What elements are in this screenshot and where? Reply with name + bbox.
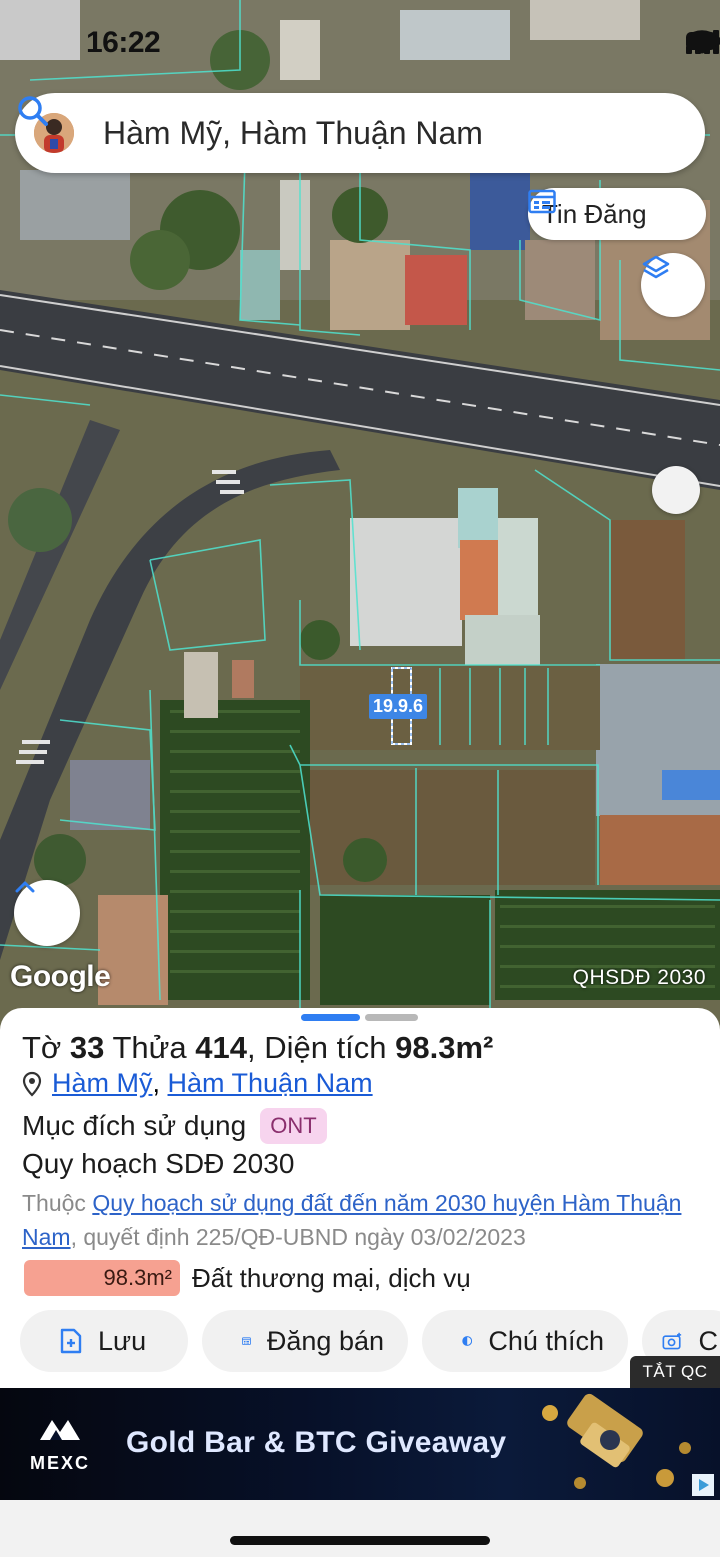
plan-decision: , quyết định 225/QĐ-UBND ngày 03/02/2023 — [70, 1224, 526, 1250]
calendar-icon — [528, 189, 556, 214]
plan-description: Thuộc Quy hoạch sử dụng đất đến năm 2030… — [22, 1186, 702, 1254]
sheet-page-indicator-active[interactable] — [301, 1014, 360, 1021]
plan-prefix: Thuộc — [22, 1190, 86, 1216]
sheet-number: 33 — [69, 1030, 105, 1065]
map-side-toggle[interactable] — [652, 466, 700, 514]
action-bar: Lưu Đăng bán Chú thích C — [20, 1310, 720, 1372]
sheet-page-indicator[interactable] — [365, 1014, 418, 1021]
google-logo: Google — [10, 960, 111, 993]
purpose-label: Mục đích sử dụng — [22, 1110, 247, 1141]
ad-banner[interactable]: MEXC Gold Bar & BTC Giveaway — [0, 1388, 720, 1500]
calendar-icon — [242, 1337, 251, 1345]
camera-icon — [662, 1332, 682, 1350]
battery-icon — [686, 32, 720, 50]
district-link[interactable]: Hàm Thuận Nam — [168, 1068, 373, 1098]
save-label: Lưu — [98, 1325, 147, 1356]
plot-number: 414 — [195, 1030, 247, 1065]
ad-brand: MEXC — [24, 1416, 96, 1474]
parcel-info-sheet: Tờ 33 Thửa 414, Diện tích 98.3m² Hàm Mỹ,… — [0, 1008, 720, 1388]
search-bar[interactable]: Hàm Mỹ, Hàm Thuận Nam — [15, 93, 705, 173]
search-input[interactable]: Hàm Mỹ, Hàm Thuận Nam — [103, 115, 483, 152]
ad-choices-icon[interactable] — [692, 1474, 714, 1496]
location-row: Hàm Mỹ, Hàm Thuận Nam — [22, 1068, 373, 1099]
area-label: , Diện tích — [246, 1030, 387, 1065]
zone-area-chip: 98.3m² — [24, 1260, 180, 1296]
parcel-dimension-label: 19.9.6 — [369, 694, 428, 719]
ad-brand-name: MEXC — [29, 1453, 90, 1473]
map-view[interactable]: 16:22 Hàm Mỹ, Hàm Thuận Nam Tin Đăng 19.… — [0, 0, 720, 1030]
close-ad-button[interactable]: TẮT QC — [630, 1356, 720, 1388]
purpose-code-badge: ONT — [260, 1108, 327, 1144]
area-value: 98.3m² — [395, 1030, 494, 1065]
status-bar: 16:22 — [0, 0, 720, 80]
status-time: 16:22 — [86, 26, 161, 59]
zone-name: Đất thương mại, dịch vụ — [192, 1262, 471, 1293]
legend-label: Chú thích — [488, 1325, 604, 1356]
gold-bar-image — [542, 1393, 691, 1489]
location-pin-icon — [22, 1071, 42, 1097]
ad-headline: Gold Bar & BTC Giveaway — [126, 1426, 507, 1459]
sheet-prefix: Tờ — [22, 1030, 62, 1065]
purpose-row: Mục đích sử dụng ONT — [22, 1108, 327, 1144]
chevron-up-icon — [15, 881, 35, 893]
expand-button[interactable] — [14, 880, 80, 946]
listings-button[interactable]: Tin Đăng — [528, 188, 706, 240]
layers-icon — [642, 255, 670, 279]
plan-title: Quy hoạch SDĐ 2030 — [22, 1148, 295, 1179]
file-add-icon — [60, 1328, 82, 1354]
post-sale-button[interactable]: Đăng bán — [202, 1310, 408, 1372]
contrast-icon — [462, 1336, 473, 1346]
post-sale-label: Đăng bán — [266, 1325, 384, 1356]
listings-label: Tin Đăng — [542, 198, 647, 229]
mexc-logo-icon — [40, 1420, 80, 1440]
layers-button[interactable] — [641, 253, 705, 317]
home-indicator[interactable] — [230, 1536, 490, 1545]
system-bottom-area — [0, 1500, 720, 1557]
commune-link[interactable]: Hàm Mỹ — [52, 1068, 153, 1098]
plot-label: Thửa — [112, 1030, 187, 1065]
parcel-title: Tờ 33 Thửa 414, Diện tích 98.3m² — [22, 1030, 493, 1066]
save-button[interactable]: Lưu — [20, 1310, 188, 1372]
map-layer-name: QHSDĐ 2030 — [572, 966, 706, 989]
search-icon[interactable] — [15, 93, 51, 129]
camera-label: C — [698, 1325, 719, 1356]
zone-row: 98.3m² Đất thương mại, dịch vụ — [24, 1260, 471, 1296]
legend-button[interactable]: Chú thích — [422, 1310, 628, 1372]
